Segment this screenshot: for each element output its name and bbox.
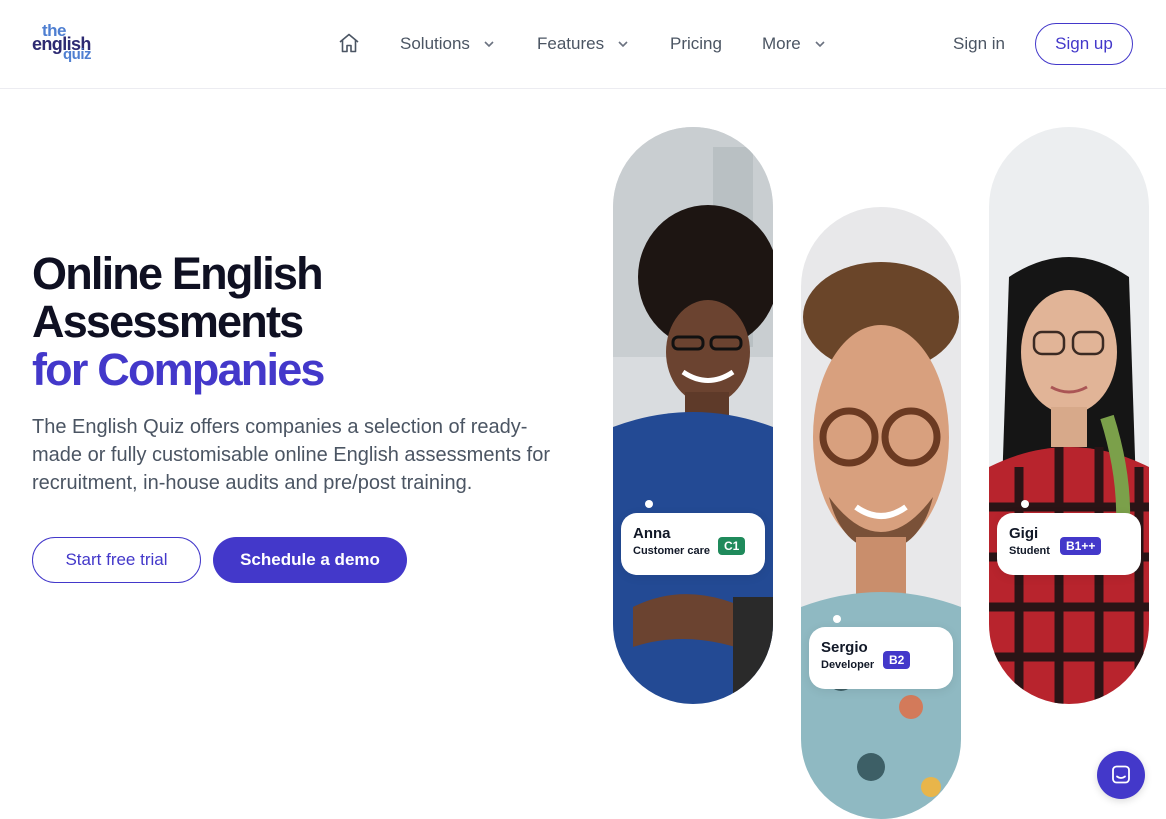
chevron-down-icon bbox=[484, 41, 494, 48]
anna-profile-card: Anna Customer care C1 bbox=[621, 513, 765, 575]
gigi-photo bbox=[989, 127, 1149, 704]
hero-title: Online English Assessments for Companies bbox=[32, 248, 325, 395]
anna-marker-dot bbox=[645, 500, 653, 508]
nav-pricing[interactable]: Pricing bbox=[670, 34, 722, 54]
sergio-photo bbox=[801, 207, 961, 819]
nav-more-label: More bbox=[762, 34, 801, 53]
anna-level-badge: C1 bbox=[718, 537, 746, 555]
sergio-level-badge: B2 bbox=[883, 651, 911, 669]
hero-title-accent: for Companies bbox=[32, 344, 325, 395]
logo-text-quiz: quiz bbox=[63, 46, 92, 63]
chevron-down-icon bbox=[815, 41, 825, 48]
gigi-level-badge: B1++ bbox=[1060, 537, 1102, 555]
home-icon[interactable] bbox=[337, 31, 361, 55]
anna-photo bbox=[613, 127, 773, 704]
sergio-marker-dot bbox=[833, 615, 841, 623]
start-free-trial-button[interactable]: Start free trial bbox=[32, 537, 201, 583]
chat-launcher-icon bbox=[1112, 765, 1130, 784]
schedule-demo-button[interactable]: Schedule a demo bbox=[213, 537, 407, 583]
chat-launcher-button[interactable] bbox=[1097, 751, 1145, 799]
sergio-name: Sergio bbox=[821, 639, 868, 656]
nav-pricing-label: Pricing bbox=[670, 34, 722, 53]
brand-logo[interactable]: the english quiz bbox=[32, 22, 102, 66]
nav-features-label: Features bbox=[537, 34, 605, 53]
chevron-down-icon bbox=[618, 41, 628, 48]
hero-description: The English Quiz offers companies a sele… bbox=[32, 416, 551, 494]
gigi-marker-dot bbox=[1021, 500, 1029, 508]
hero-title-line2: Assessments bbox=[32, 296, 304, 347]
nav-more[interactable]: More bbox=[762, 34, 827, 54]
site-header: the english quiz Solutions Features Pric… bbox=[0, 0, 1166, 89]
nav-solutions[interactable]: Solutions bbox=[400, 34, 496, 54]
gigi-profile-card: Gigi Student B1++ bbox=[997, 513, 1141, 575]
sign-up-button[interactable]: Sign up bbox=[1035, 23, 1133, 65]
sergio-profile-card: Sergio Developer B2 bbox=[809, 627, 953, 689]
nav-features[interactable]: Features bbox=[537, 34, 630, 54]
sign-in-link[interactable]: Sign in bbox=[953, 34, 1005, 54]
nav-solutions-label: Solutions bbox=[400, 34, 470, 53]
hero-title-line1: Online English bbox=[32, 248, 324, 299]
sergio-role: Developer bbox=[821, 659, 875, 671]
